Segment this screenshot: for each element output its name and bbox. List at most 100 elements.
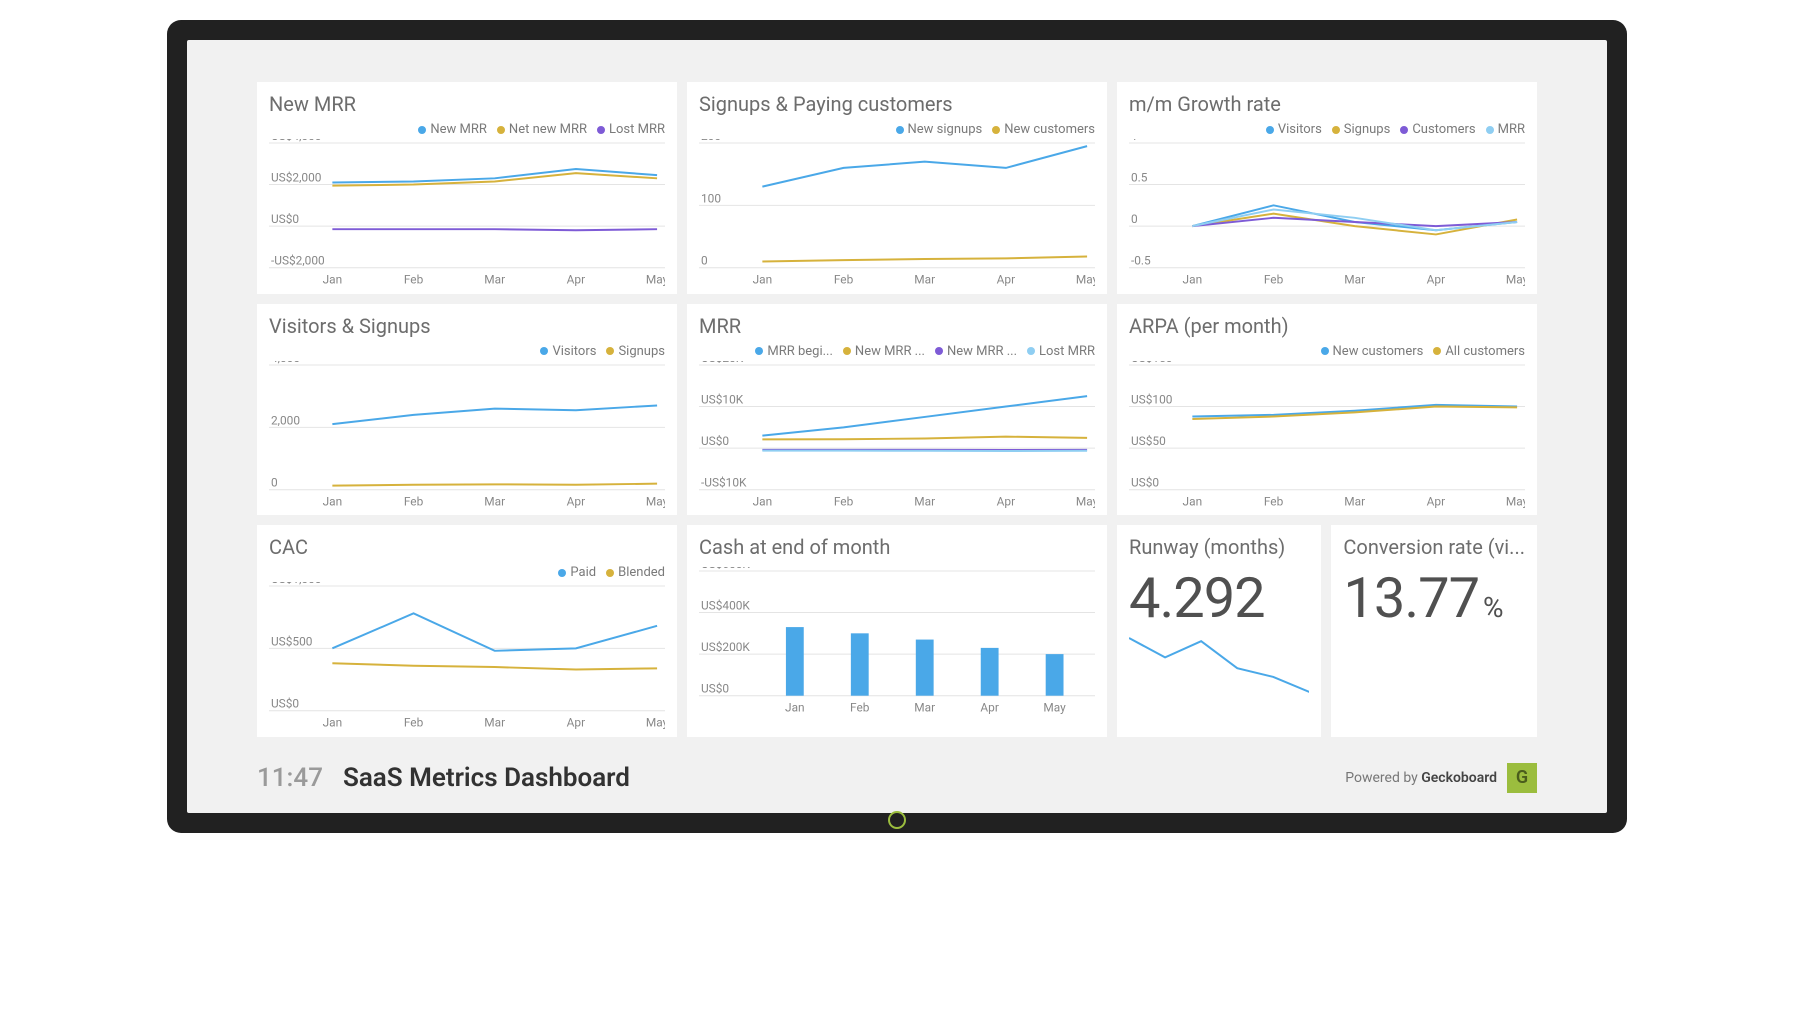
card-signups-paying: Signups & Paying customersNew signupsNew… <box>687 82 1107 294</box>
card-arpa: ARPA (per month) New customers All custome… <box>1117 304 1537 516</box>
legend-label: New signups <box>908 122 983 137</box>
svg-text:Jan: Jan <box>753 273 773 287</box>
svg-text:Jan: Jan <box>785 701 805 715</box>
legend-label: Visitors <box>1278 122 1322 137</box>
legend-row: MRR begi... New MRR ... New MRR ... Lost MR… <box>699 344 1095 359</box>
svg-text:1: 1 <box>1131 139 1138 143</box>
svg-text:Apr: Apr <box>567 273 585 287</box>
monitor-frame: New MRR New MRR Net new MRR Lost MRR US$4,00… <box>167 20 1627 833</box>
card-cash: Cash at end of monthUS$600KUS$400KUS$200… <box>687 525 1107 737</box>
svg-text:-0.5: -0.5 <box>1131 254 1151 268</box>
svg-text:May: May <box>1076 494 1095 508</box>
svg-text:0: 0 <box>271 475 278 489</box>
svg-text:0: 0 <box>1131 212 1138 226</box>
chart-plot: US$600KUS$400KUS$200KUS$0JanFebMarAprMay <box>699 567 1095 716</box>
svg-text:US$150: US$150 <box>1131 361 1172 365</box>
charts-grid: New MRR New MRR Net new MRR Lost MRR US$4,00… <box>257 82 1537 515</box>
svg-text:US$400K: US$400K <box>701 599 750 613</box>
legend-row: VisitorsSignups <box>269 344 665 359</box>
svg-text:US$1,000: US$1,000 <box>271 582 321 586</box>
svg-text:Mar: Mar <box>1344 494 1365 508</box>
svg-text:Mar: Mar <box>484 273 505 287</box>
svg-text:US$100: US$100 <box>1131 392 1172 406</box>
chart-title: Cash at end of month <box>699 535 1095 559</box>
svg-text:US$2,000: US$2,000 <box>271 171 321 185</box>
svg-text:Apr: Apr <box>980 701 998 715</box>
svg-text:May: May <box>1076 273 1095 287</box>
conversion-title: Conversion rate (vi... <box>1343 535 1525 559</box>
runway-value: 4.292 <box>1129 565 1309 631</box>
chart-title: ARPA (per month) <box>1129 314 1525 338</box>
svg-text:-US$10K: -US$10K <box>701 475 747 489</box>
svg-text:May: May <box>646 273 665 287</box>
svg-text:Jan: Jan <box>1183 494 1203 508</box>
svg-text:May: May <box>646 494 665 508</box>
legend-label: Blended <box>618 565 665 580</box>
svg-text:0.5: 0.5 <box>1131 171 1148 185</box>
legend-label: Lost MRR <box>1039 344 1095 359</box>
legend-item: Lost MRR <box>1027 344 1095 359</box>
svg-text:Feb: Feb <box>834 494 854 508</box>
legend-label: MRR <box>1498 122 1525 137</box>
svg-text:US$0: US$0 <box>271 697 299 711</box>
legend-item: New customers <box>1321 344 1424 359</box>
svg-text:-US$2,000: -US$2,000 <box>271 254 325 268</box>
legend-item: Net new MRR <box>497 122 587 137</box>
svg-text:Feb: Feb <box>834 273 854 287</box>
legend-label: New MRR ... <box>855 344 925 359</box>
svg-text:0: 0 <box>701 254 708 268</box>
legend-label: New MRR ... <box>947 344 1017 359</box>
legend-label: Customers <box>1412 122 1475 137</box>
legend-row: New MRR Net new MRR Lost MRR <box>269 122 665 137</box>
svg-text:Mar: Mar <box>914 273 935 287</box>
legend-label: Net new MRR <box>509 122 587 137</box>
legend-label: MRR begi... <box>767 344 833 359</box>
legend-item: New MRR <box>418 122 487 137</box>
svg-text:Feb: Feb <box>404 494 424 508</box>
legend-item: Visitors <box>1266 122 1322 137</box>
legend-item: Visitors <box>540 344 596 359</box>
chart-title: Signups & Paying customers <box>699 92 1095 116</box>
svg-text:Feb: Feb <box>1264 494 1284 508</box>
svg-text:US$4,000: US$4,000 <box>271 139 321 143</box>
svg-text:2,000: 2,000 <box>271 413 300 427</box>
svg-text:Jan: Jan <box>753 494 773 508</box>
legend-label: Lost MRR <box>609 122 665 137</box>
svg-text:May: May <box>646 716 665 730</box>
legend-item: Customers <box>1400 122 1475 137</box>
svg-text:200: 200 <box>701 139 721 143</box>
svg-text:May: May <box>1506 494 1525 508</box>
legend-item: New MRR ... <box>843 344 925 359</box>
chart-plot: US$20KUS$10KUS$0-US$10KJanFebMarAprMay <box>699 361 1095 510</box>
card-runway: Runway (months) 4.292 <box>1117 525 1321 737</box>
legend-item: Blended <box>606 565 665 580</box>
legend-row: New signups New customers <box>699 122 1095 137</box>
legend-label: New MRR <box>430 122 487 137</box>
chart-plot: 4,0002,0000JanFebMarAprMay <box>269 361 665 510</box>
svg-text:US$0: US$0 <box>1131 475 1159 489</box>
svg-text:Apr: Apr <box>1427 273 1445 287</box>
legend-item: New customers <box>992 122 1095 137</box>
svg-text:Jan: Jan <box>323 716 343 730</box>
svg-text:US$0: US$0 <box>271 212 299 226</box>
svg-text:100: 100 <box>701 191 721 205</box>
svg-text:Apr: Apr <box>997 494 1015 508</box>
legend-label: New customers <box>1004 122 1095 137</box>
svg-text:US$500: US$500 <box>271 634 312 648</box>
card-mrr: MRRMRR begi...New MRR ...New MRR ...Lost… <box>687 304 1107 516</box>
chart-title: m/m Growth rate <box>1129 92 1525 116</box>
svg-text:Feb: Feb <box>850 701 870 715</box>
svg-text:US$600K: US$600K <box>701 567 750 571</box>
svg-text:US$50: US$50 <box>1131 434 1166 448</box>
legend-item: All customers <box>1433 344 1525 359</box>
legend-label: New customers <box>1333 344 1424 359</box>
runway-title: Runway (months) <box>1129 535 1309 559</box>
legend-label: All customers <box>1445 344 1525 359</box>
card-visitors-signups: Visitors & SignupsVisitorsSignups4,0002,… <box>257 304 677 516</box>
svg-text:Mar: Mar <box>484 494 505 508</box>
svg-text:Apr: Apr <box>1427 494 1445 508</box>
dashboard-title: SaaS Metrics Dashboard <box>343 763 630 793</box>
legend-item: New MRR ... <box>935 344 1017 359</box>
legend-item: Signups <box>1332 122 1391 137</box>
chart-title: New MRR <box>269 92 665 116</box>
